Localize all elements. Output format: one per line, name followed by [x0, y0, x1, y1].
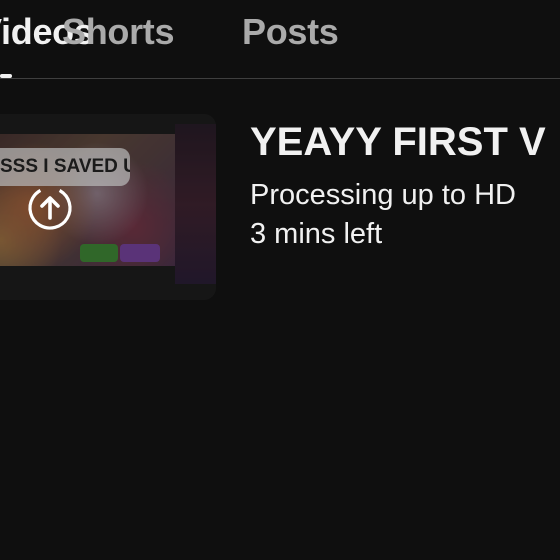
time-remaining: 3 mins left: [250, 218, 383, 250]
video-thumbnail[interactable]: SSS I SAVED UP: [0, 114, 216, 300]
video-title: YEAYY FIRST V: [250, 120, 546, 164]
uploading-video-item[interactable]: SSS I SAVED UP YEAYY FIRST V Processing …: [0, 112, 560, 302]
tab-shorts[interactable]: Shorts: [62, 10, 175, 54]
tabs-divider: [0, 78, 560, 79]
content-tabs: Videos Shorts Posts: [0, 0, 560, 80]
tab-posts[interactable]: Posts: [242, 10, 339, 54]
channel-content-screen: Videos Shorts Posts SSS I SAVED UP YEAYY…: [0, 0, 560, 560]
upload-arrow-icon: [28, 186, 72, 230]
processing-status: Processing up to HD: [250, 179, 516, 211]
